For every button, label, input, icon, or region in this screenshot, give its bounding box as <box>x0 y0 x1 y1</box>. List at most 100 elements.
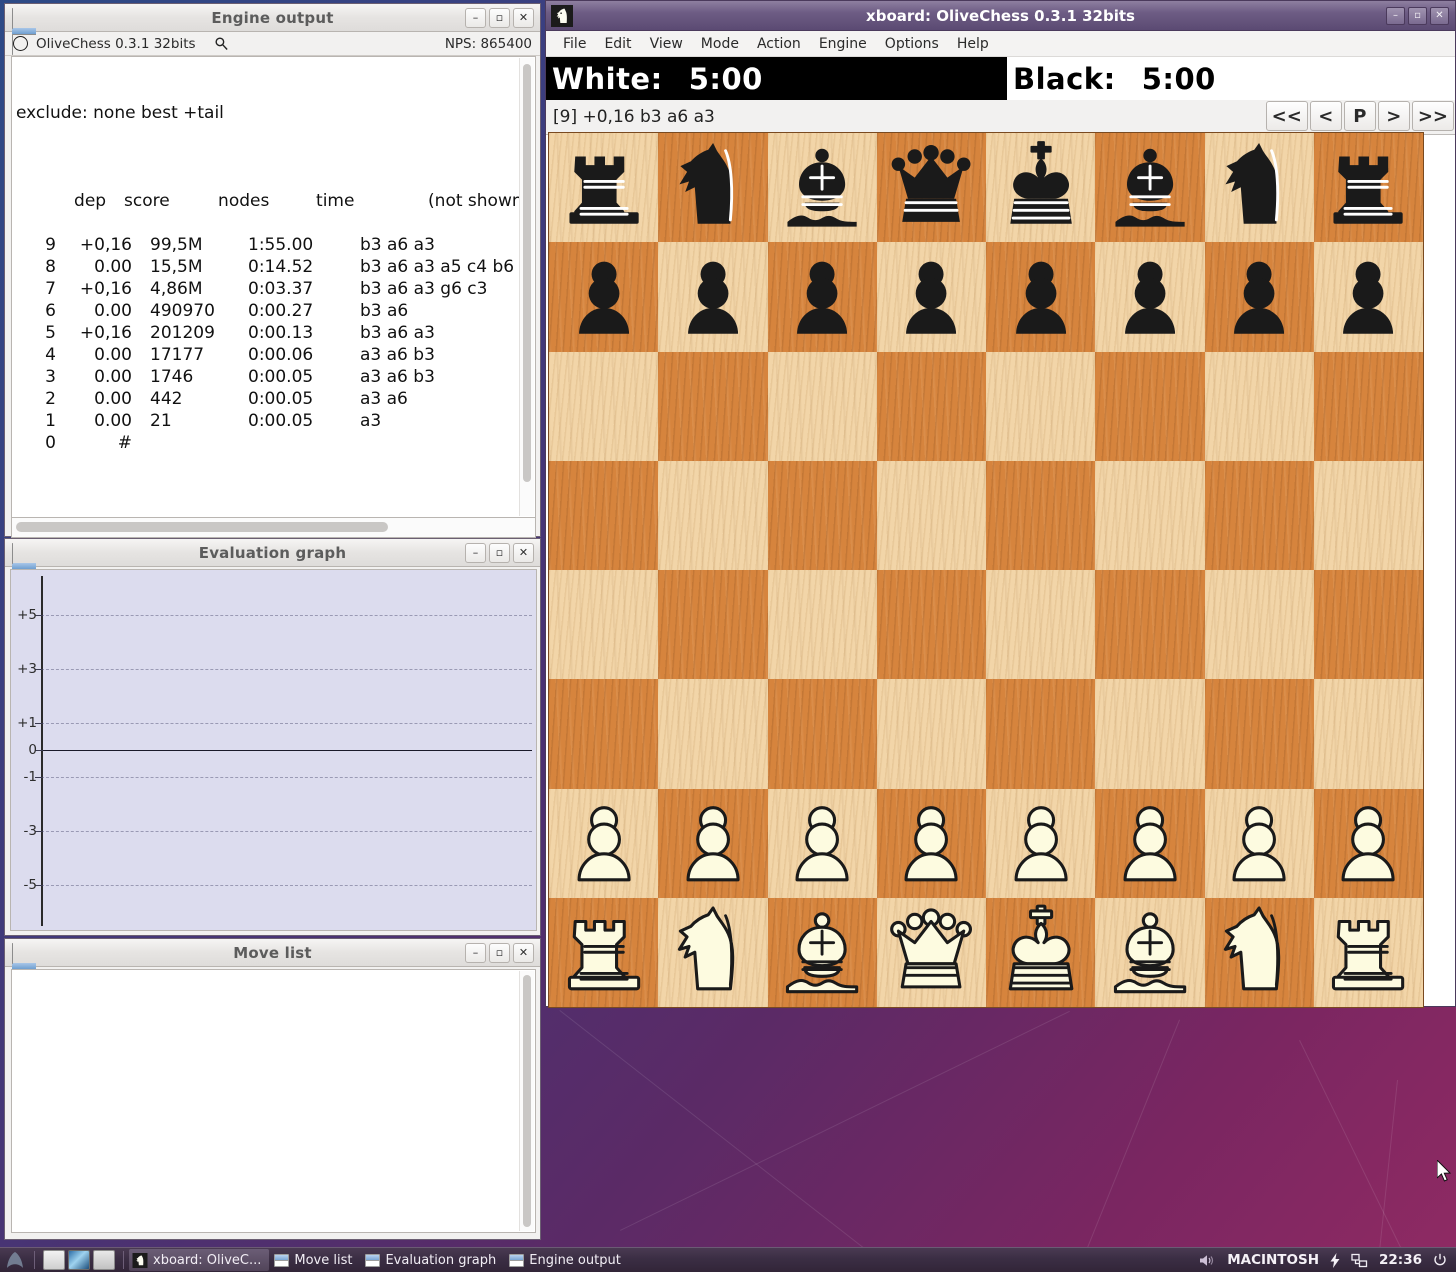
square-e2[interactable] <box>986 788 1096 898</box>
desktop-icon[interactable] <box>68 1250 90 1270</box>
menu-logo-icon[interactable] <box>4 1251 26 1269</box>
square-d4[interactable] <box>876 570 986 680</box>
white-pawn-icon[interactable] <box>665 793 761 894</box>
engine-output-titlebar[interactable]: Engine output – ▫ ✕ <box>5 4 540 55</box>
menu-help[interactable]: Help <box>948 34 998 54</box>
square-h6[interactable] <box>1313 351 1423 461</box>
nav-first-button[interactable]: << <box>1265 101 1308 131</box>
white-pawn-icon[interactable] <box>1320 793 1416 894</box>
square-b2[interactable] <box>658 788 768 898</box>
square-a3[interactable] <box>549 679 659 789</box>
taskbar-task-engine-output[interactable]: Engine output <box>506 1249 629 1271</box>
taskbar-task-evaluation-graph[interactable]: Evaluation graph <box>362 1249 504 1271</box>
square-a7[interactable] <box>549 242 659 352</box>
black-bishop-icon[interactable] <box>774 137 870 238</box>
move-list-vscrollbar[interactable] <box>519 971 534 1231</box>
nav-next-button[interactable]: > <box>1377 101 1410 131</box>
square-h2[interactable] <box>1313 788 1423 898</box>
white-pawn-icon[interactable] <box>774 793 870 894</box>
square-b6[interactable] <box>658 351 768 461</box>
square-d6[interactable] <box>876 351 986 461</box>
square-g4[interactable] <box>1204 570 1314 680</box>
square-f3[interactable] <box>1095 679 1205 789</box>
move-list-titlebar[interactable]: Move list – ▫ ✕ <box>5 939 540 990</box>
square-b4[interactable] <box>658 570 768 680</box>
square-g3[interactable] <box>1204 679 1314 789</box>
square-b5[interactable] <box>658 460 768 570</box>
black-pawn-icon[interactable] <box>556 247 652 348</box>
white-rook-icon[interactable] <box>1320 902 1416 1003</box>
move-list-text-area[interactable] <box>11 969 536 1233</box>
square-b8[interactable] <box>658 133 768 243</box>
chess-board[interactable] <box>548 132 1424 1008</box>
black-pawn-icon[interactable] <box>665 247 761 348</box>
square-g6[interactable] <box>1204 351 1314 461</box>
square-e1[interactable] <box>986 897 1096 1007</box>
square-a6[interactable] <box>549 351 659 461</box>
white-knight-icon[interactable] <box>665 902 761 1003</box>
power-icon[interactable] <box>1433 1253 1447 1267</box>
white-pawn-icon[interactable] <box>1211 793 1307 894</box>
nav-prev-button[interactable]: < <box>1309 101 1342 131</box>
square-f8[interactable] <box>1095 133 1205 243</box>
square-b3[interactable] <box>658 679 768 789</box>
black-pawn-icon[interactable] <box>774 247 870 348</box>
square-e5[interactable] <box>986 460 1096 570</box>
engine-output-vscrollbar[interactable] <box>519 58 534 516</box>
black-clock[interactable]: Black: 5:00 <box>1007 57 1455 100</box>
white-pawn-icon[interactable] <box>883 793 979 894</box>
engine-output-vscroll-thumb[interactable] <box>523 64 531 482</box>
square-b1[interactable] <box>658 897 768 1007</box>
speaker-icon[interactable] <box>1199 1254 1216 1267</box>
white-queen-icon[interactable] <box>883 902 979 1003</box>
engine-output-text-area[interactable]: exclude: none best +tail dep score nodes ti… <box>11 56 536 518</box>
square-c3[interactable] <box>767 679 877 789</box>
white-king-icon[interactable] <box>993 902 1089 1003</box>
square-d3[interactable] <box>876 679 986 789</box>
terminal-icon[interactable] <box>93 1250 115 1270</box>
white-rook-icon[interactable] <box>556 902 652 1003</box>
square-d8[interactable] <box>876 133 986 243</box>
menu-view[interactable]: View <box>641 34 692 54</box>
square-f7[interactable] <box>1095 242 1205 352</box>
square-e8[interactable] <box>986 133 1096 243</box>
close-button[interactable]: ✕ <box>1430 6 1449 25</box>
menu-mode[interactable]: Mode <box>692 34 748 54</box>
taskbar[interactable]: xboard: OliveC... Move list Evaluation gra… <box>0 1247 1456 1272</box>
menu-options[interactable]: Options <box>876 34 948 54</box>
square-g8[interactable] <box>1204 133 1314 243</box>
minimize-button[interactable]: – <box>1386 6 1405 25</box>
engine-output-hscrollbar[interactable] <box>11 518 536 538</box>
system-tray[interactable]: MACINTOSH 22:36 <box>1199 1252 1456 1268</box>
square-e4[interactable] <box>986 570 1096 680</box>
white-pawn-icon[interactable] <box>1102 793 1198 894</box>
square-a8[interactable] <box>549 133 659 243</box>
square-d7[interactable] <box>876 242 986 352</box>
minimize-button[interactable]: – <box>465 942 486 963</box>
square-g1[interactable] <box>1204 897 1314 1007</box>
maximize-button[interactable]: ▫ <box>489 542 510 563</box>
square-d5[interactable] <box>876 460 986 570</box>
square-f6[interactable] <box>1095 351 1205 461</box>
square-d1[interactable] <box>876 897 986 1007</box>
evaluation-graph-plot[interactable]: +5 +3 +1 0 -1 -3 -5 <box>10 569 537 931</box>
minimize-button[interactable]: – <box>465 542 486 563</box>
square-h5[interactable] <box>1313 460 1423 570</box>
black-rook-icon[interactable] <box>556 137 652 238</box>
square-b7[interactable] <box>658 242 768 352</box>
close-button[interactable]: ✕ <box>513 942 534 963</box>
square-h7[interactable] <box>1313 242 1423 352</box>
magnifier-icon[interactable] <box>214 36 229 51</box>
nav-pause-button[interactable]: P <box>1343 101 1376 131</box>
square-c7[interactable] <box>767 242 877 352</box>
menu-file[interactable]: File <box>554 34 595 54</box>
files-icon[interactable] <box>43 1250 65 1270</box>
black-knight-icon[interactable] <box>665 137 761 238</box>
maximize-button[interactable]: ▫ <box>489 7 510 28</box>
maximize-button[interactable]: ▫ <box>489 942 510 963</box>
navigation-buttons[interactable]: << < P > >> <box>1265 101 1454 131</box>
menu-engine[interactable]: Engine <box>810 34 876 54</box>
square-d2[interactable] <box>876 788 986 898</box>
move-list-window[interactable]: Move list – ▫ ✕ <box>4 938 541 1240</box>
black-pawn-icon[interactable] <box>1102 247 1198 348</box>
